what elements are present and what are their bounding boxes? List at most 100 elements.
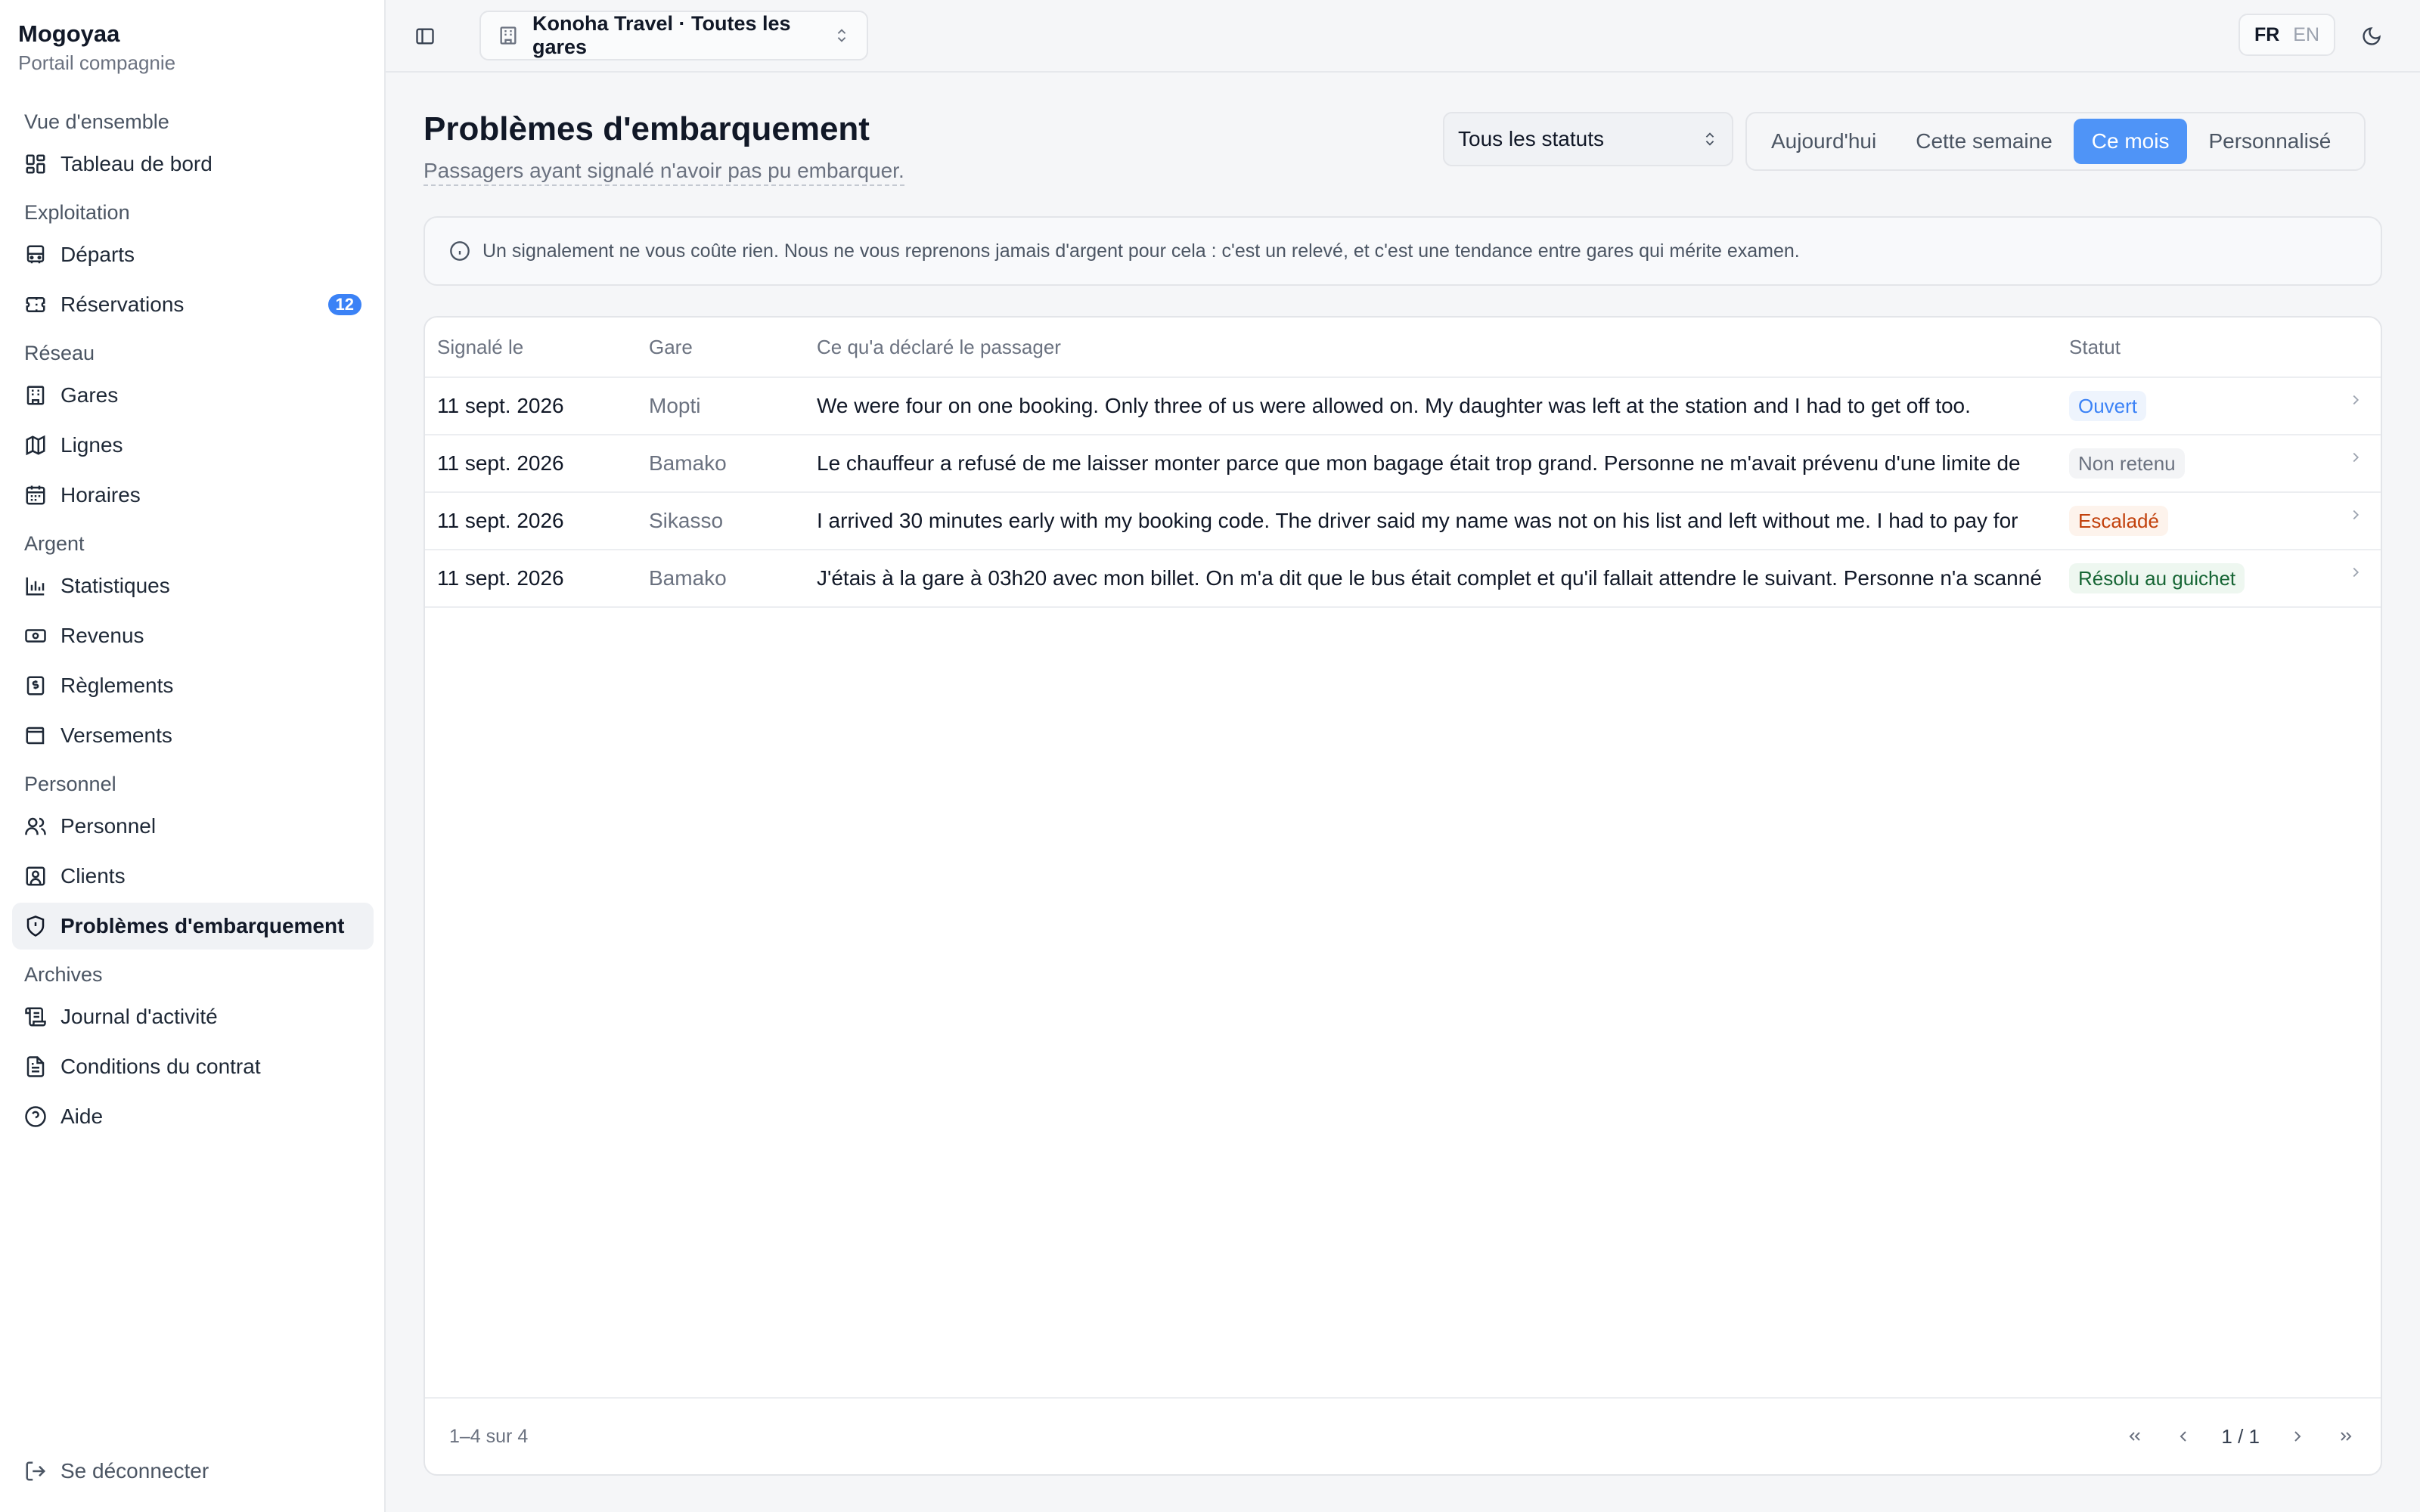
sidebar-item-label: Gares [60,383,119,407]
column-header-statement: Ce qu'a déclaré le passager [817,335,1061,358]
row-count: 1–4 sur 4 [449,1425,529,1447]
sidebar-item-label: Problèmes d'embarquement [60,914,345,937]
cell-status: Ouvert [2069,391,2326,421]
cell-status: Résolu au guichet [2069,563,2326,593]
table-row[interactable]: 11 sept. 2026 Sikasso I arrived 30 minut… [425,493,2381,550]
sidebar-item-statistics[interactable]: Statistiques [12,562,374,609]
cell-statement: J'étais à la gare à 03h20 avec mon bille… [817,566,2042,590]
sidebar-item-settlements[interactable]: Règlements [12,662,374,709]
calendar-icon [26,485,45,505]
logout-label: Se déconnecter [60,1459,209,1483]
sidebar-item-revenue[interactable]: Revenus [12,612,374,659]
company-selector[interactable]: Konoha Travel · Toutes les gares [479,11,868,60]
lang-fr-button[interactable]: FR [2254,24,2279,46]
status-badge: Résolu au guichet [2069,563,2245,593]
nav-group-money: Argent Statistiques Revenus Règlements V… [12,525,374,759]
status-filter-select[interactable]: Tous les statuts [1443,112,1733,166]
sidebar-item-activity-log[interactable]: Journal d'activité [12,993,374,1040]
nav-group-operations: Exploitation Départs Réservations 12 [12,194,374,328]
info-icon [450,241,470,261]
page-indicator: 1 / 1 [2221,1424,2260,1448]
period-this-month[interactable]: Ce mois [2073,119,2188,164]
ticket-icon [26,297,45,312]
period-this-week[interactable]: Cette semaine [1897,119,2071,164]
sidebar-item-lines[interactable]: Lignes [12,422,374,469]
cell-open [2326,395,2381,408]
cell-open [2326,510,2381,523]
sidebar-item-label: Départs [60,243,135,266]
cell-status: Non retenu [2069,448,2326,479]
sidebar-item-label: Aide [60,1105,104,1128]
building-icon [500,26,517,45]
sidebar-item-stations[interactable]: Gares [12,372,374,419]
info-notice-text: Un signalement ne vous coûte rien. Nous … [482,240,1800,262]
sidebar-item-contract-terms[interactable]: Conditions du contrat [12,1043,374,1090]
sidebar-item-help[interactable]: Aide [12,1093,374,1140]
contact-icon [26,866,45,886]
period-custom[interactable]: Personnalisé [2190,119,2349,164]
language-switch: FR EN [2238,14,2335,56]
bar-chart-icon [26,577,45,596]
last-page-button[interactable] [2335,1426,2356,1447]
cell-station: Sikasso [649,509,724,532]
period-today[interactable]: Aujourd'hui [1753,119,1894,164]
cell-date: 11 sept. 2026 [437,394,564,417]
sidebar-item-label: Clients [60,864,126,888]
logout-button[interactable]: Se déconnecter [24,1459,209,1483]
sidebar-toggle-button[interactable] [410,21,440,51]
chevron-right-icon [2294,1431,2301,1442]
bus-icon [26,245,45,264]
sidebar-item-label: Journal d'activité [60,1005,218,1028]
cell-date: 11 sept. 2026 [437,509,564,532]
sidebar-item-staff[interactable]: Personnel [12,803,374,850]
cell-status: Escaladé [2069,506,2326,536]
reservations-count-badge: 12 [327,294,361,315]
topbar: Konoha Travel · Toutes les gares FR EN [386,0,2420,73]
table-row[interactable]: 11 sept. 2026 Bamako J'étais à la gare à… [425,550,2381,608]
chevron-right-icon [2353,395,2360,405]
table-row[interactable]: 11 sept. 2026 Mopti We were four on one … [425,378,2381,435]
building-icon [26,386,45,405]
chevron-right-icon [2353,510,2360,520]
sidebar-item-boarding-issues[interactable]: Problèmes d'embarquement [12,903,374,950]
sidebar-item-clients[interactable]: Clients [12,853,374,900]
theme-toggle-button[interactable] [2356,21,2387,51]
scroll-icon [25,1007,46,1027]
cell-station: Bamako [649,451,727,475]
cell-open [2326,452,2381,466]
column-header-station[interactable]: Gare [643,336,811,359]
company-selector-label: Konoha Travel · Toutes les gares [532,12,791,58]
page-title: Problèmes d'embarquement [424,110,870,147]
cell-date: 11 sept. 2026 [437,566,564,590]
map-icon [26,435,45,456]
sidebar-item-schedules[interactable]: Horaires [12,472,374,519]
sidebar-item-departures[interactable]: Départs [12,231,374,278]
status-filter-value: Tous les statuts [1458,127,1604,150]
sidebar-toggle-icon [416,28,434,45]
lang-en-button[interactable]: EN [2293,24,2319,46]
sidebar-item-label: Règlements [60,674,174,697]
sidebar-item-reservations[interactable]: Réservations 12 [12,281,374,328]
logout-icon [26,1461,46,1481]
period-filter: Aujourd'hui Cette semaine Ce mois Person… [1745,112,2366,171]
sidebar-item-label: Horaires [60,483,141,507]
sidebar-item-dashboard[interactable]: Tableau de bord [12,141,374,187]
sidebar-item-label: Personnel [60,814,157,838]
table-footer: 1–4 sur 4 1 / 1 [425,1397,2381,1474]
chevrons-right-icon [2341,1432,2352,1441]
next-page-button[interactable] [2287,1426,2308,1447]
table-row[interactable]: 11 sept. 2026 Bamako Le chauffeur a refu… [425,435,2381,493]
sidebar-item-payouts[interactable]: Versements [12,712,374,759]
help-circle-icon [25,1106,46,1127]
nav-group-archives: Archives Journal d'activité Conditions d… [12,956,374,1140]
first-page-button[interactable] [2124,1426,2145,1447]
column-header-date[interactable]: Signalé le [425,336,643,359]
sidebar-item-label: Réservations [60,293,185,316]
reports-table: Signalé le Gare Ce qu'a déclaré le passa… [424,316,2382,1476]
nav-group-people: Personnel Personnel Clients Problèmes d'… [12,765,374,950]
sidebar-item-label: Statistiques [60,574,170,597]
cell-open [2326,567,2381,581]
column-header-status[interactable]: Statut [2069,336,2326,359]
previous-page-button[interactable] [2173,1426,2194,1447]
chevron-up-down-icon [1705,132,1714,146]
